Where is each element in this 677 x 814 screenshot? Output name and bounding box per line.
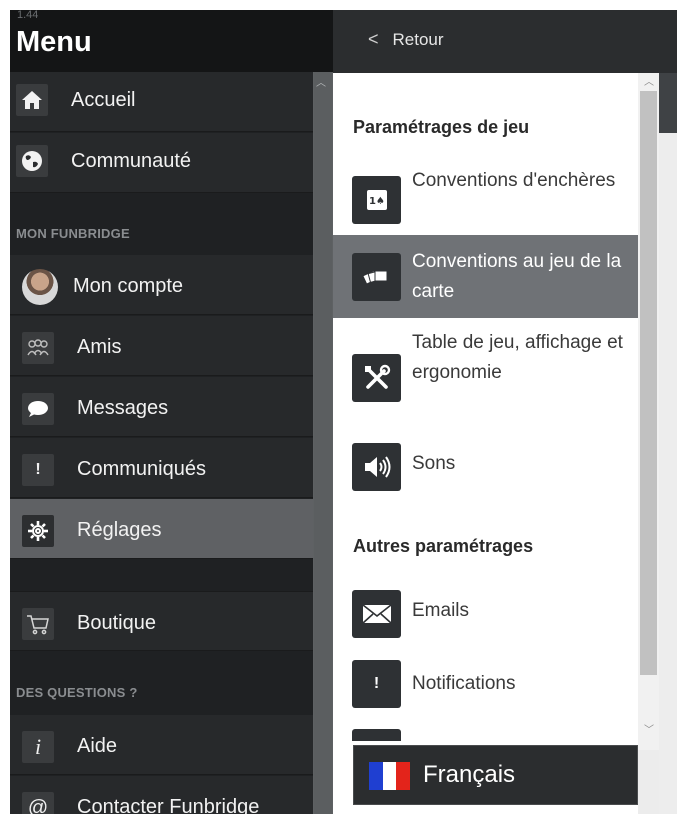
settings-item-conventions-jeu-carte[interactable]: Conventions au jeu de la carte (333, 235, 638, 318)
menu-item-amis[interactable]: Amis (10, 316, 313, 376)
language-label: Français (423, 761, 516, 788)
settings-item-emails[interactable]: Emails (333, 583, 638, 645)
chevron-up-icon[interactable]: ︿ (644, 73, 654, 88)
menu-scrollbar-track[interactable] (314, 72, 332, 814)
settings-header: < Retour (333, 10, 677, 73)
menu-item-mon-compte[interactable]: Mon compte (10, 255, 313, 315)
partial-icon (352, 729, 401, 741)
section-mon-funbridge: MON FUNBRIDGE (16, 226, 130, 241)
info-icon: i (22, 731, 54, 763)
section-des-questions: DES QUESTIONS ? (16, 685, 138, 700)
menu-item-reglages[interactable]: Réglages (10, 499, 313, 559)
settings-item-partial[interactable] (333, 729, 638, 741)
settings-item-label: Conventions d'enchères (412, 170, 616, 191)
side-menu: 1.44 Menu Accueil Communauté MON FUNBRID… (10, 10, 333, 814)
settings-list: Paramétrages de jeu 1♠ Conventions d'enc… (333, 73, 638, 814)
exclamation-icon: ! (22, 454, 54, 486)
avatar (22, 269, 58, 305)
settings-item-label: Emails (412, 600, 470, 621)
bidding-card-icon: 1♠ (352, 176, 401, 224)
menu-title: Menu (16, 26, 92, 58)
settings-scrollbar-thumb[interactable] (640, 91, 657, 675)
app-version: 1.44 (17, 10, 39, 21)
chevron-down-icon[interactable]: ﹀ (644, 721, 654, 736)
menu-item-label: Réglages (77, 519, 162, 541)
settings-item-table-de-jeu[interactable]: Table de jeu, affichage et ergonomie (333, 328, 638, 428)
home-icon (16, 84, 48, 116)
menu-item-accueil[interactable]: Accueil (10, 72, 313, 132)
settings-pane: < Retour Paramétrages de jeu 1♠ Conventi… (333, 10, 677, 814)
menu-item-label: Communiqués (77, 458, 206, 480)
settings-item-sons[interactable]: Sons (333, 438, 638, 496)
menu-item-label: Contacter Funbridge (77, 796, 260, 814)
cards-fan-icon (352, 253, 401, 301)
settings-item-label: Conventions au jeu de la carte (412, 251, 622, 302)
settings-scrollbar[interactable]: ︿ ﹀ (638, 73, 659, 750)
back-button[interactable]: < Retour (368, 29, 444, 50)
settings-item-notifications[interactable]: ! Notifications (333, 656, 638, 716)
globe-icon (16, 145, 48, 177)
settings-item-conventions-encheres[interactable]: 1♠ Conventions d'enchères (333, 163, 638, 235)
back-label: Retour (392, 29, 444, 49)
at-icon: @ (22, 792, 54, 814)
chevron-up-icon[interactable]: ︿ (316, 74, 326, 89)
french-flag-icon (369, 762, 411, 790)
svg-text:1♠: 1♠ (369, 196, 385, 207)
settings-item-label: Table de jeu, affichage et ergonomie (412, 332, 623, 383)
envelope-icon (352, 590, 401, 638)
section-autres-parametrages: Autres paramétrages (353, 536, 534, 556)
tools-icon (352, 354, 401, 402)
gear-icon (22, 515, 54, 547)
menu-item-label: Amis (77, 336, 122, 358)
speaker-icon (352, 443, 401, 491)
section-parametrages-de-jeu: Paramétrages de jeu (353, 117, 530, 137)
menu-item-communiques[interactable]: ! Communiqués (10, 438, 313, 498)
chevron-left-icon: < (368, 29, 379, 49)
menu-header: 1.44 Menu (10, 10, 333, 72)
menu-item-boutique[interactable]: Boutique (10, 591, 313, 651)
language-selector[interactable]: Français (353, 745, 638, 805)
menu-item-label: Boutique (77, 612, 156, 634)
settings-item-label: Notifications (412, 673, 516, 694)
menu-item-label: Messages (77, 397, 169, 419)
exclamation-icon: ! (352, 660, 401, 708)
menu-item-messages[interactable]: Messages (10, 377, 313, 437)
cart-icon (22, 608, 54, 640)
menu-item-aide[interactable]: i Aide (10, 715, 313, 775)
menu-item-label: Communauté (71, 150, 192, 172)
menu-item-communaute[interactable]: Communauté (10, 133, 313, 193)
menu-item-label: Mon compte (73, 275, 184, 297)
menu-item-label: Aide (77, 735, 118, 757)
menu-scrollbar[interactable]: ︿ (313, 72, 333, 814)
chat-bubble-icon (22, 393, 54, 425)
menu-item-contacter-funbridge[interactable]: @ Contacter Funbridge (10, 776, 313, 814)
settings-item-label: Sons (412, 453, 456, 474)
menu-item-label: Accueil (71, 89, 136, 111)
friends-icon (22, 332, 54, 364)
side-gutter (659, 73, 677, 814)
